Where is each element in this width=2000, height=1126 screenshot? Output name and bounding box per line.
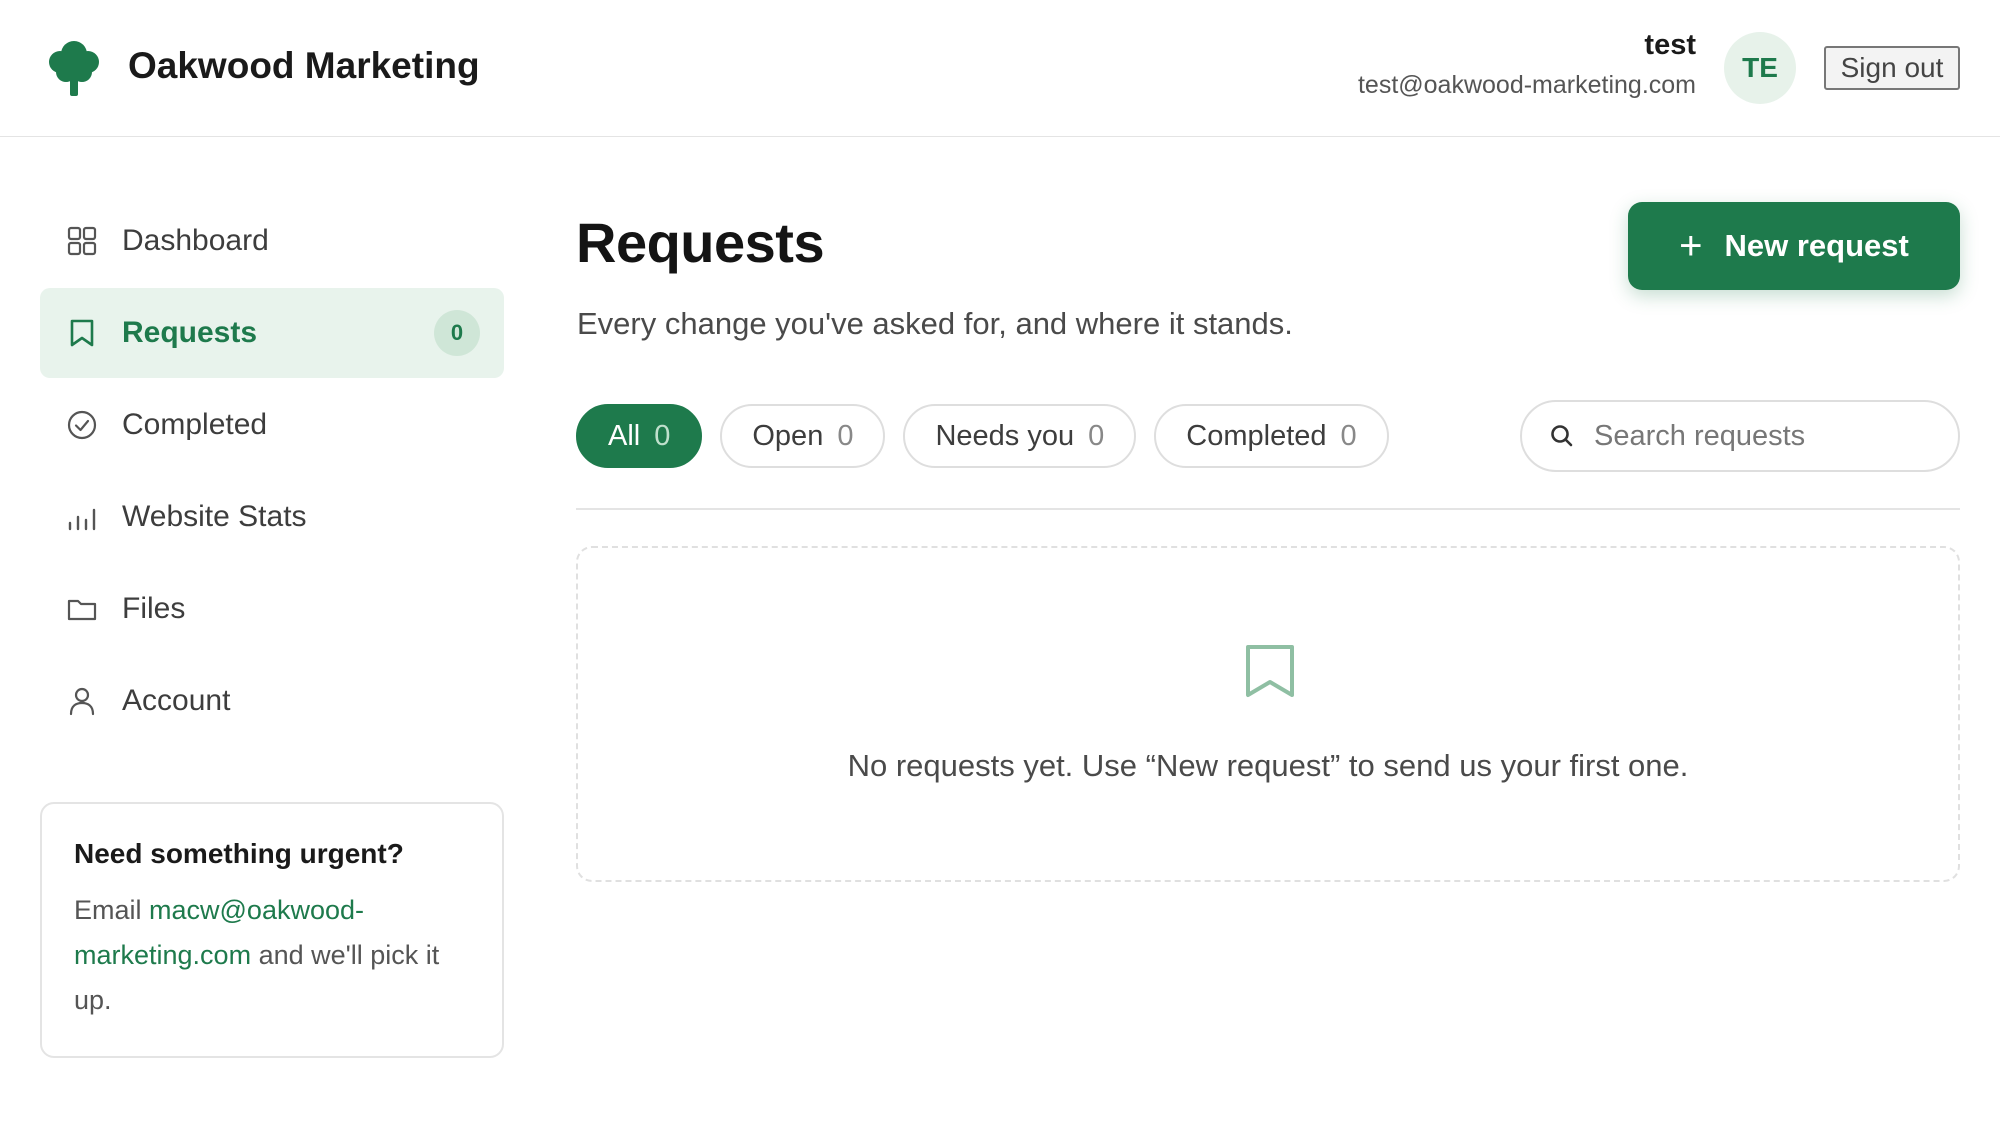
filter-open[interactable]: Open 0 [720,404,886,468]
divider [576,508,1960,510]
empty-state: No requests yet. Use “New request” to se… [576,546,1960,882]
search-icon [1551,425,1573,447]
sidebar-item-label: Website Stats [122,500,307,533]
sidebar-item-website-stats[interactable]: Website Stats [40,472,504,562]
user-name: test [1644,29,1696,61]
filter-label: Needs you [935,419,1075,452]
new-request-button[interactable]: + New request [1628,202,1960,290]
bookmark-icon [66,317,98,349]
user-info: test test@oakwood-marketing.com [1358,28,1696,102]
user-email: test@oakwood-marketing.com [1357,71,1696,99]
sidebar-item-requests[interactable]: Requests 0 [40,288,504,378]
sidebar-item-label: Files [122,592,186,625]
bookmark-icon [1246,645,1294,697]
filter-label: Open [752,419,824,452]
sidebar-item-label: Requests [122,316,258,349]
urgent-title: Need something urgent? [74,838,404,869]
bar-chart-icon [66,501,98,533]
top-header: Oakwood Marketing test test@oakwood-mark… [0,0,2000,137]
filter-label: Completed [1186,419,1327,452]
grid-icon [66,225,98,257]
brand[interactable]: Oakwood Marketing [42,34,480,98]
filter-count: 0 [654,419,671,452]
sign-out-button[interactable]: Sign out [1824,46,1960,90]
brand-name: Oakwood Marketing [128,45,480,86]
urgent-text-before: Email [74,895,150,925]
sidebar-item-label: Account [122,684,231,717]
sidebar-item-account[interactable]: Account [40,656,504,746]
search-box[interactable] [1520,400,1960,472]
filter-label: All [608,419,641,452]
requests-count-badge: 0 [434,310,480,356]
filter-tabs: All 0 Open 0 Needs you 0 Completed 0 [576,404,1407,468]
sidebar-item-files[interactable]: Files [40,564,504,654]
filter-needs-you[interactable]: Needs you 0 [903,404,1137,468]
filter-count: 0 [837,419,854,452]
plus-icon: + [1679,224,1703,268]
filter-count: 0 [1340,419,1357,452]
tree-logo-icon [49,41,99,96]
urgent-help-card: Need something urgent? Email macw@oakwoo… [40,802,504,1058]
sidebar-item-label: Dashboard [122,224,269,257]
search-input[interactable] [1594,419,1934,453]
empty-message: No requests yet. Use “New request” to se… [847,748,1689,783]
sidebar-item-label: Completed [122,408,268,441]
user-icon [66,685,98,717]
sidebar-nav: Dashboard Requests 0 Completed Website S… [40,196,504,748]
filter-count: 0 [1088,419,1105,452]
page-subtitle: Every change you've asked for, and where… [577,306,1293,341]
folder-icon [66,593,98,625]
filter-completed[interactable]: Completed 0 [1154,404,1389,468]
avatar[interactable]: TE [1724,32,1796,104]
sidebar-item-dashboard[interactable]: Dashboard [40,196,504,286]
check-circle-icon [66,409,98,441]
new-request-label: New request [1724,228,1909,263]
page-title: Requests [576,211,825,274]
filter-all[interactable]: All 0 [576,404,703,468]
urgent-text: Email macw@oakwood-marketing.com and we'… [74,888,470,1023]
sidebar-item-completed[interactable]: Completed [40,380,504,470]
